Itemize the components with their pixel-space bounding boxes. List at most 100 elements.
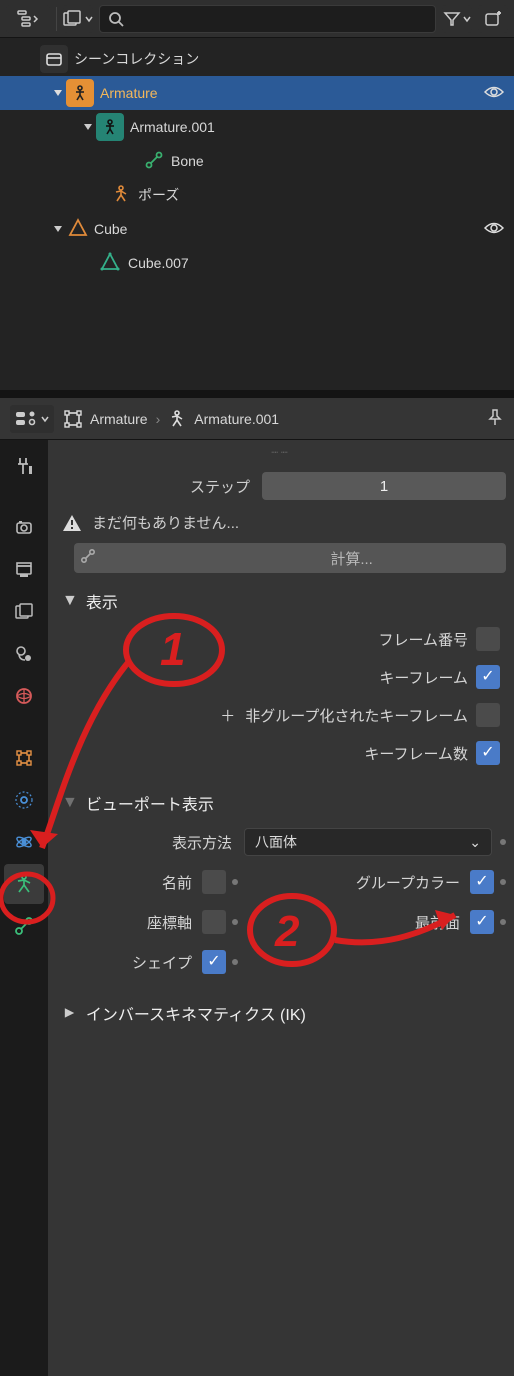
outliner-item-pose[interactable]: ポーズ: [0, 178, 514, 212]
outliner-item-cube[interactable]: Cube: [0, 212, 514, 246]
breadcrumb-data[interactable]: Armature.001: [194, 411, 279, 427]
search-icon: [108, 11, 124, 27]
ik-panel-header[interactable]: ▼ インバースキネマティクス (IK): [56, 991, 506, 1029]
tab-object[interactable]: [4, 738, 44, 778]
tab-scene[interactable]: [4, 634, 44, 674]
display-as-label: 表示方法: [56, 832, 236, 853]
tab-bone[interactable]: [4, 906, 44, 946]
editor-type-dropdown[interactable]: [6, 5, 50, 33]
groupcolor-checkbox[interactable]: [470, 870, 494, 894]
step-value-input[interactable]: 1: [262, 472, 506, 500]
collapse-toggle[interactable]: ▼: [61, 1005, 79, 1021]
display-as-row: 表示方法 八面体 ⌄: [56, 825, 506, 859]
animate-dot[interactable]: [500, 839, 506, 845]
visibility-toggle[interactable]: [484, 221, 504, 238]
display-as-dropdown[interactable]: 八面体 ⌄: [244, 828, 492, 856]
tab-render[interactable]: [4, 508, 44, 548]
pin-button[interactable]: [486, 408, 504, 429]
mesh-data-icon: [100, 252, 120, 275]
mesh-object-icon: [68, 218, 88, 241]
infront-checkbox[interactable]: [470, 910, 494, 934]
item-label: Armature: [100, 85, 158, 101]
warning-icon: [62, 514, 82, 532]
display-panel-header[interactable]: ▼ 表示: [56, 579, 506, 617]
animate-dot[interactable]: [232, 919, 238, 925]
item-label: Bone: [171, 153, 204, 169]
breadcrumb: Armature › Armature.001: [64, 410, 279, 428]
check-label: 非グループ化されたキーフレーム: [245, 705, 468, 726]
compute-label: 計算...: [330, 548, 373, 569]
properties-panels: ┈┈ ステップ 1 まだ何もありません... 計算... ▼ 表示 フレーム番号…: [48, 440, 514, 1376]
properties-editor-type[interactable]: [10, 405, 54, 433]
warning-text: まだ何もありません...: [92, 512, 239, 533]
check-ungrouped-keyframe: ＋ 非グループ化されたキーフレーム: [56, 699, 506, 731]
animate-dot[interactable]: [232, 879, 238, 885]
axes-label: 座標軸: [56, 912, 196, 933]
expand-toggle[interactable]: [50, 221, 66, 237]
tab-constraints[interactable]: [4, 780, 44, 820]
tab-tool[interactable]: [4, 446, 44, 486]
pose-icon: [112, 185, 130, 206]
tab-output[interactable]: [4, 550, 44, 590]
scene-collection-row[interactable]: シーンコレクション: [0, 42, 514, 76]
display-mode-dropdown[interactable]: [63, 5, 93, 33]
tab-world[interactable]: [4, 676, 44, 716]
filter-dropdown[interactable]: [442, 5, 472, 33]
animate-dot[interactable]: [232, 959, 238, 965]
outliner-item-armature[interactable]: Armature: [0, 76, 514, 110]
shape-checkbox[interactable]: [202, 950, 226, 974]
object-icon: [64, 410, 82, 428]
viewport-display-panel-header[interactable]: ▼ ビューポート表示: [56, 781, 506, 819]
shape-label: シェイプ: [56, 952, 196, 973]
collection-icon: [40, 45, 68, 73]
expand-toggle[interactable]: [50, 85, 66, 101]
checkbox[interactable]: [476, 741, 500, 765]
check-frame-number: フレーム番号: [56, 623, 506, 655]
properties-header: Armature › Armature.001: [0, 398, 514, 440]
compute-button[interactable]: 計算...: [74, 543, 506, 573]
search-input[interactable]: [99, 5, 436, 33]
checkbox[interactable]: [476, 627, 500, 651]
checkbox[interactable]: [476, 703, 500, 727]
item-label: Cube.007: [128, 255, 189, 271]
axes-checkbox[interactable]: [202, 910, 226, 934]
dropdown-value: 八面体: [255, 832, 297, 852]
area-splitter[interactable]: [0, 390, 514, 398]
animate-dot[interactable]: [500, 919, 506, 925]
tab-armature-data[interactable]: [4, 864, 44, 904]
panel-title: ビューポート表示: [86, 791, 214, 815]
check-label: キーフレーム: [379, 667, 468, 688]
check-keyframe-count: キーフレーム数: [56, 737, 506, 769]
visibility-toggle[interactable]: [484, 85, 504, 102]
tab-physics[interactable]: [4, 822, 44, 862]
checkbox[interactable]: [476, 665, 500, 689]
outliner-header: [0, 0, 514, 38]
armature-icon: [66, 79, 94, 107]
check-label: フレーム番号: [378, 629, 468, 650]
groupcolor-label: グループカラー: [344, 872, 464, 893]
collapse-toggle[interactable]: ▼: [62, 794, 78, 812]
item-label: Cube: [94, 221, 127, 237]
breadcrumb-object[interactable]: Armature: [90, 411, 148, 427]
panel-title: 表示: [86, 589, 118, 613]
outliner-item-cube-data[interactable]: Cube.007: [0, 246, 514, 280]
outliner-tree: シーンコレクション Armature Armature.001 Bone: [0, 38, 514, 390]
outliner-item-bone[interactable]: Bone: [0, 144, 514, 178]
name-label: 名前: [56, 872, 196, 893]
new-collection-button[interactable]: [478, 5, 508, 33]
item-label: Armature.001: [130, 119, 215, 135]
infront-label: 最前面: [344, 912, 464, 933]
expand-toggle[interactable]: [80, 119, 96, 135]
armature-data-icon: [96, 113, 124, 141]
name-checkbox[interactable]: [202, 870, 226, 894]
animate-dot[interactable]: [500, 879, 506, 885]
collapse-toggle[interactable]: ▼: [62, 592, 78, 610]
armature-icon: [168, 410, 186, 428]
outliner-item-armature-data[interactable]: Armature.001: [0, 110, 514, 144]
bone-icon: [145, 151, 163, 172]
tab-viewlayer[interactable]: [4, 592, 44, 632]
panel-title: インバースキネマティクス (IK): [86, 1001, 306, 1025]
check-keyframe: キーフレーム: [56, 661, 506, 693]
plus-icon: ＋: [220, 705, 235, 726]
step-field: ステップ 1: [56, 470, 506, 502]
